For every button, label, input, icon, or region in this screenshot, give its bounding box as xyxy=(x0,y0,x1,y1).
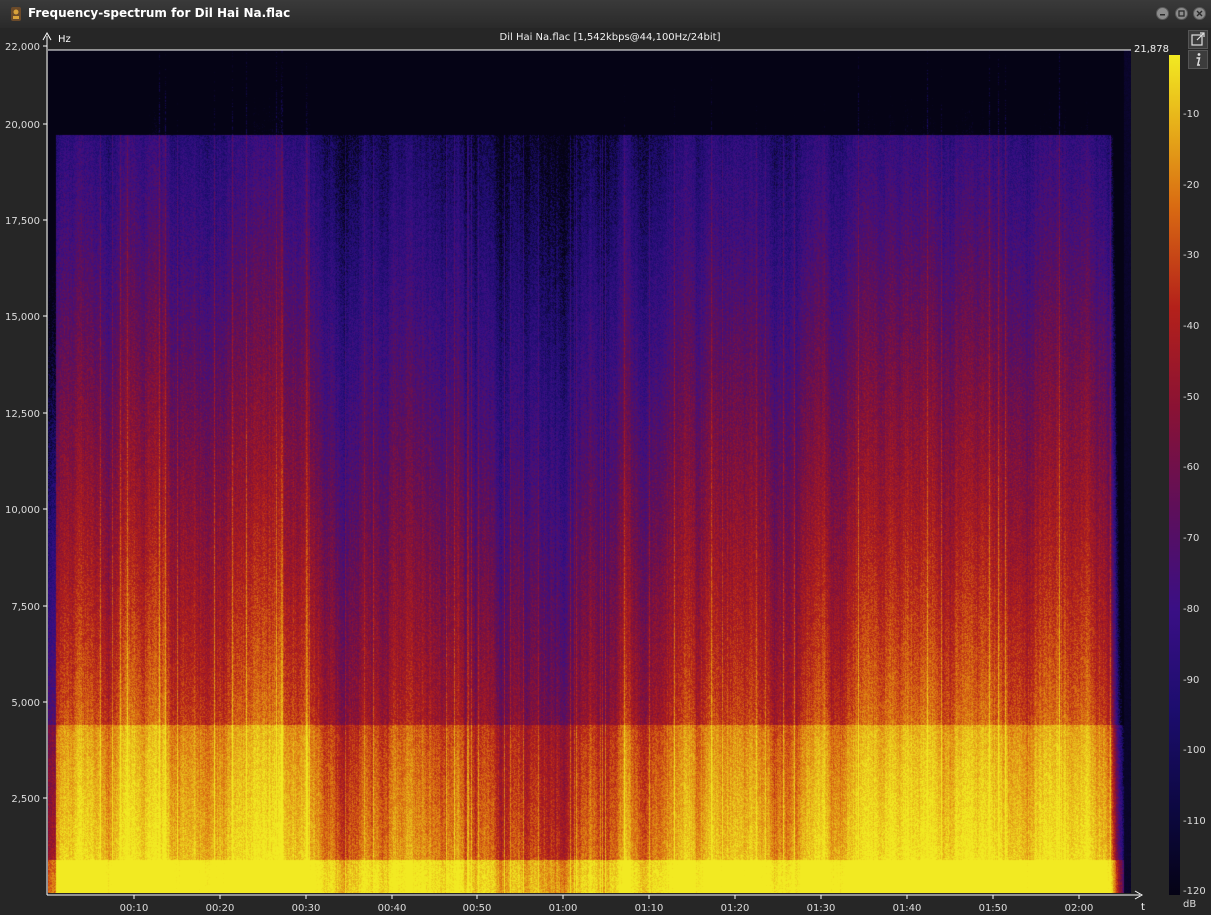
db-tick-label: -20 xyxy=(1183,180,1200,191)
x-axis-unit: t xyxy=(1141,902,1145,913)
x-tick-label: 01:10 xyxy=(635,903,664,914)
db-tick-label: -110 xyxy=(1183,816,1206,827)
db-tick-label: -30 xyxy=(1183,250,1200,261)
db-tick-label: -70 xyxy=(1183,533,1200,544)
x-tick-label: 01:00 xyxy=(549,903,578,914)
y-tick-label: 10,000 xyxy=(5,505,40,516)
db-tick-label: -80 xyxy=(1183,604,1200,615)
y-tick-label: 7,500 xyxy=(11,602,40,613)
x-tick-label: 01:20 xyxy=(721,903,750,914)
db-tick-label: -100 xyxy=(1183,745,1206,756)
db-unit-label: dB xyxy=(1183,899,1197,910)
x-tick-label: 00:40 xyxy=(378,903,407,914)
file-info-label: Dil Hai Na.flac [1,542kbps@44,100Hz/24bi… xyxy=(499,32,721,43)
spectrogram-axes: 22,000 20,000 17,500 15,000 12,500 10,00… xyxy=(5,31,1145,914)
db-tick-label: -40 xyxy=(1183,321,1200,332)
x-tick-label: 02:00 xyxy=(1065,903,1094,914)
info-icon xyxy=(1196,53,1201,66)
x-tick-label: 01:30 xyxy=(807,903,836,914)
y-tick-label: 17,500 xyxy=(5,216,40,227)
info-button[interactable] xyxy=(1188,50,1208,69)
x-tick-label: 00:20 xyxy=(206,903,235,914)
x-tick-label: 01:50 xyxy=(979,903,1008,914)
x-ticks: 00:10 00:20 00:30 00:40 00:50 01:00 01:1… xyxy=(120,895,1094,914)
export-button[interactable] xyxy=(1188,30,1208,49)
y-ticks: 22,000 20,000 17,500 15,000 12,500 10,00… xyxy=(5,42,47,805)
max-frequency-label: 21,878 xyxy=(1134,44,1169,55)
db-tick-label: -60 xyxy=(1183,462,1200,473)
y-tick-label: 2,500 xyxy=(11,794,40,805)
y-tick-label: 20,000 xyxy=(5,120,40,131)
x-tick-label: 00:10 xyxy=(120,903,149,914)
export-icon xyxy=(1191,32,1205,46)
db-tick-label: -120 xyxy=(1183,886,1206,897)
y-tick-label: 5,000 xyxy=(11,698,40,709)
y-tick-label: 12,500 xyxy=(5,409,40,420)
x-tick-label: 00:50 xyxy=(463,903,492,914)
db-tick-label: -10 xyxy=(1183,109,1200,120)
x-tick-label: 00:30 xyxy=(292,903,321,914)
color-scale-bar xyxy=(1169,55,1180,895)
y-axis-unit: Hz xyxy=(58,34,71,45)
x-tick-label: 01:40 xyxy=(893,903,922,914)
db-tick-label: -50 xyxy=(1183,392,1200,403)
y-tick-label: 15,000 xyxy=(5,312,40,323)
y-tick-label: 22,000 xyxy=(5,42,40,53)
db-tick-label: -90 xyxy=(1183,675,1200,686)
